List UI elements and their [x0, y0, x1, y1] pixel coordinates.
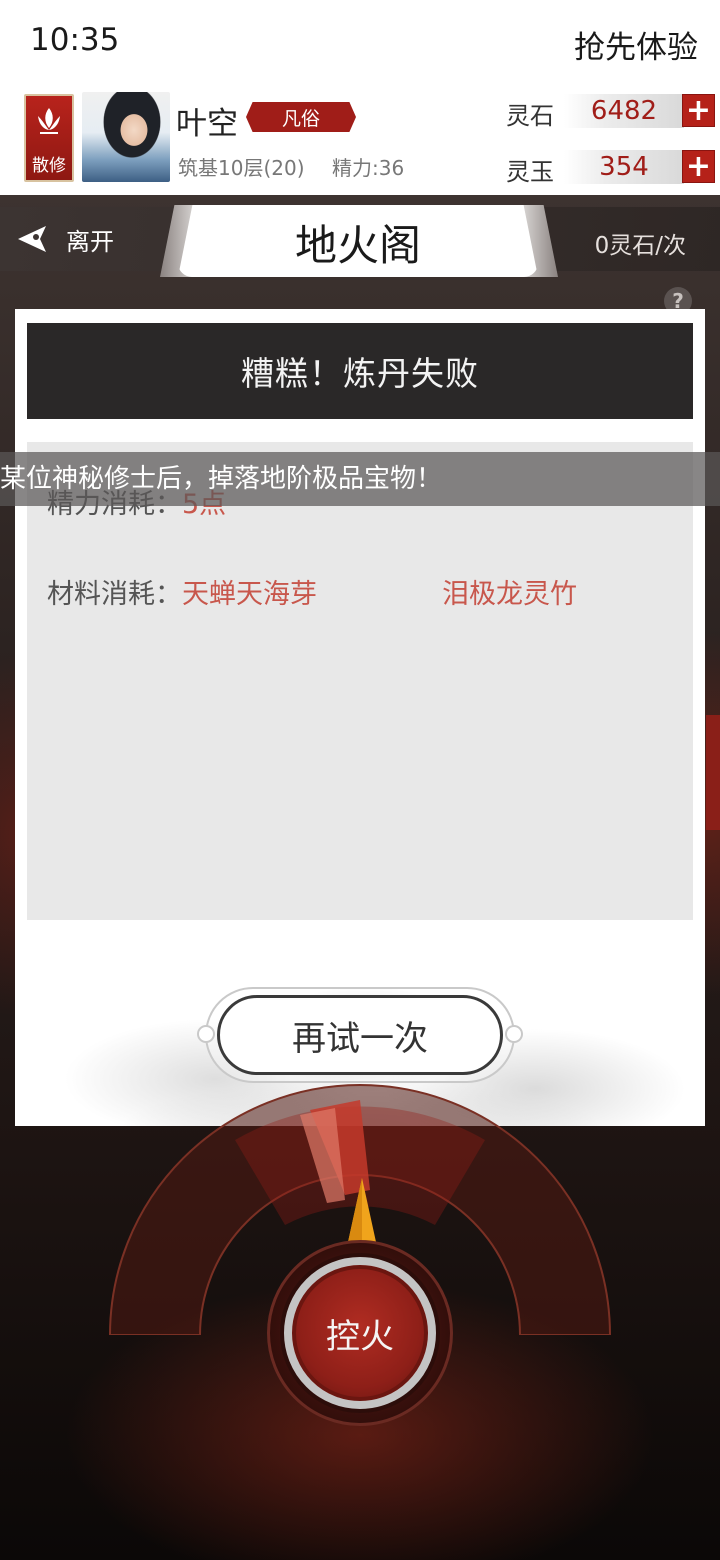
spirit-jade-row: 灵玉 354 +: [506, 150, 716, 186]
spirit-stone-row: 灵石 6482 +: [506, 94, 716, 130]
sect-badge[interactable]: 散修: [24, 94, 74, 182]
material-item: 泪极龙灵竹: [442, 579, 577, 610]
decor-dot: [505, 1025, 523, 1043]
scrolling-notice: 某位神秘修士后，掉落地阶极品宝物！: [0, 452, 720, 506]
fire-control-button[interactable]: 控火: [284, 1257, 436, 1409]
gauge-pointer-icon: [348, 1178, 376, 1242]
cost-per-attempt: 0灵石/次: [594, 233, 686, 259]
plus-icon[interactable]: +: [682, 150, 715, 183]
material-cost-row: 材料消耗：天蝉天海芽: [47, 572, 317, 611]
leave-label: 离开: [66, 227, 114, 256]
back-arrow-icon: [18, 226, 46, 252]
spirit-stone-value: 6482: [564, 94, 684, 128]
status-time: 10:35: [30, 22, 120, 58]
material-cost-label: 材料消耗：: [47, 579, 182, 610]
plus-icon[interactable]: +: [682, 94, 715, 127]
spirit-stone-label: 灵石: [506, 102, 554, 130]
result-panel: 糟糕！炼丹失败 精力消耗：5点 材料消耗：天蝉天海芽 泪极龙灵竹 再试一次: [15, 309, 705, 1126]
status-bar: 10:35 抢先体验: [0, 0, 720, 82]
cultivation-level: 筑基10层(20): [178, 156, 305, 180]
spirit-jade-value: 354: [564, 150, 684, 184]
energy-stat: 精力:36: [332, 156, 405, 180]
player-name: 叶空: [176, 106, 238, 142]
retry-button[interactable]: 再试一次: [217, 995, 503, 1075]
page-title: 地火阁: [294, 221, 421, 270]
spirit-jade-label: 灵玉: [506, 158, 554, 186]
sect-label: 散修: [32, 156, 66, 176]
side-banner-edge[interactable]: [706, 715, 720, 830]
material-item: 天蝉天海芽: [182, 579, 317, 610]
lotus-icon: [38, 108, 60, 134]
status-early-access: 抢先体验: [574, 30, 698, 66]
realm-badge: 凡俗: [246, 102, 356, 132]
result-banner: 糟糕！炼丹失败: [27, 323, 693, 419]
avatar[interactable]: [82, 92, 170, 182]
decor-dot: [197, 1025, 215, 1043]
consumption-details: 精力消耗：5点 材料消耗：天蝉天海芽 泪极龙灵竹: [27, 442, 693, 920]
player-header: 散修 叶空 凡俗 筑基10层(20) 精力:36 灵石 6482 + 灵玉 35…: [0, 82, 720, 195]
leave-button[interactable]: 离开: [0, 207, 160, 271]
retry-button-frame: 再试一次: [197, 987, 523, 1083]
